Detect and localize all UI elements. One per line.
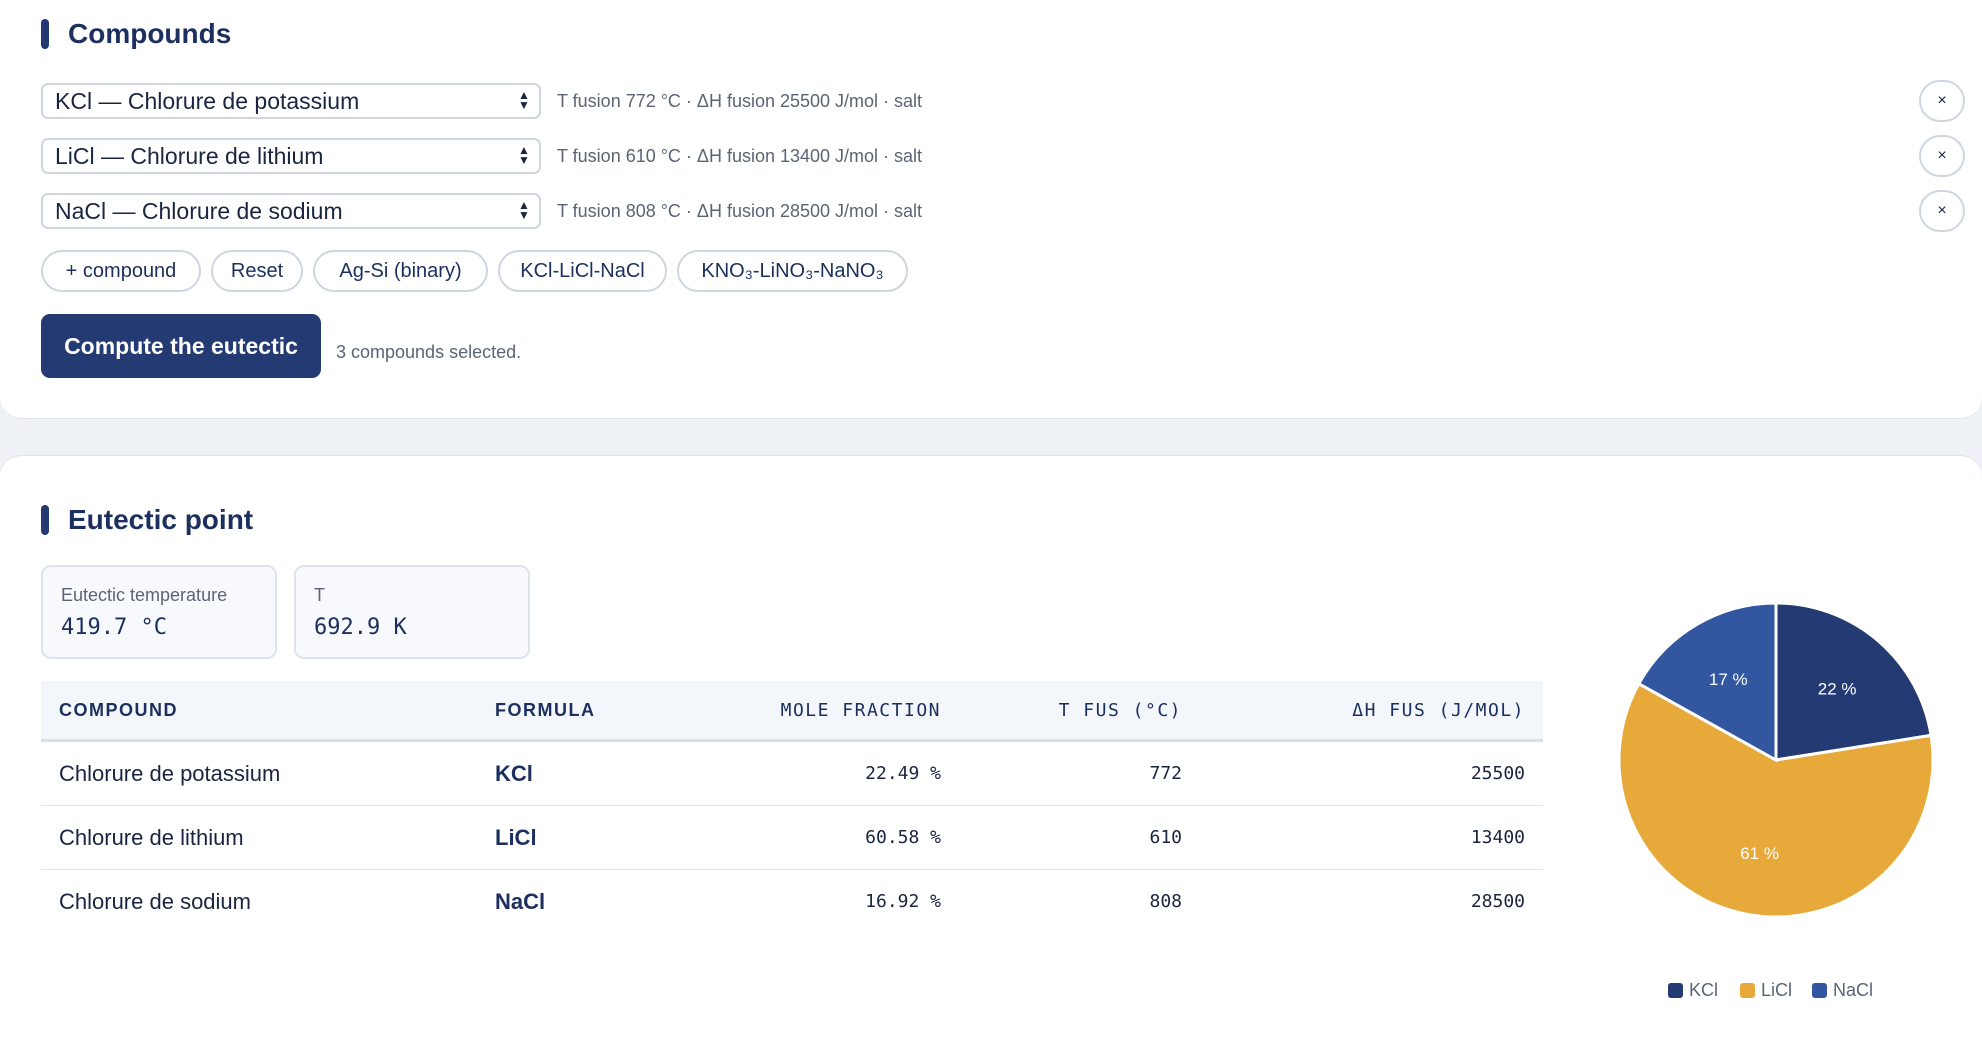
chevron-updown-icon: ▲ ▼ (518, 143, 530, 167)
legend-label: LiCl (1761, 980, 1793, 1000)
legend-swatch (1668, 983, 1683, 998)
eutectic-temperature-card: Eutectic temperature 419.7 °C (41, 565, 277, 659)
kelvin-temperature-card: T 692.9 K (294, 565, 530, 659)
eutectic-title: Eutectic point (41, 503, 253, 537)
mole-fraction: 22.49 % (693, 740, 959, 806)
preset-ag-si-button[interactable]: Ag-Si (binary) (313, 250, 488, 292)
compound-name: Chlorure de sodium (59, 888, 251, 914)
column-header: ΔH FUS (J/MOL) (1200, 681, 1543, 742)
remove-compound-button[interactable]: × (1919, 80, 1965, 122)
remove-compound-button[interactable]: × (1919, 190, 1965, 232)
results-table: COMPOUND FORMULA MOLE FRACTION T FUS (°C… (41, 681, 1543, 933)
compound-name: Chlorure de potassium (41, 740, 477, 806)
stat-label: T (314, 585, 325, 605)
selection-status: 3 compounds selected. (336, 342, 522, 362)
fusion-temperature: 772 (959, 740, 1200, 806)
column-header: FORMULA (477, 681, 693, 742)
legend-label: KCl (1689, 980, 1719, 1000)
legend-item-licl: LiCl (1740, 980, 1792, 1004)
fusion-temperature: 808 (1149, 891, 1182, 912)
compound-select-value: KCl — Chlorure de potassium (55, 88, 360, 114)
table-row: Chlorure de potassium KCl 22.49 % 772 25… (41, 740, 1543, 806)
stat-value: 692.9 K (314, 615, 407, 640)
legend-label: NaCl (1833, 980, 1874, 1000)
compound-formula: LiCl (477, 805, 693, 870)
fusion-enthalpy: 25500 (1200, 740, 1543, 806)
compound-select-value: NaCl — Chlorure de sodium (55, 198, 343, 224)
compute-eutectic-button[interactable]: Compute the eutectic (41, 314, 321, 378)
column-header: T FUS (°C) (959, 681, 1200, 742)
pie-label-kcl: 22 % (1818, 679, 1857, 698)
compound-select-value: LiCl — Chlorure de lithium (55, 143, 324, 169)
legend-item-kcl: KCl (1668, 980, 1718, 1004)
fusion-enthalpy: 28500 (1470, 891, 1525, 912)
mole-fraction: 60.58 % (693, 805, 959, 870)
reset-button[interactable]: Reset (211, 250, 303, 292)
compounds-panel: Compounds KCl — Chlorure de potassium ▲ ▼… (0, 0, 1982, 419)
compound-select[interactable]: KCl — Chlorure de potassium ▲ ▼ (41, 83, 541, 119)
preset-kcl-licl-nacl-button[interactable]: KCl-LiCl-NaCl (498, 250, 667, 292)
chevron-updown-icon: ▲ ▼ (518, 198, 530, 222)
fusion-temperature: 610 (959, 805, 1200, 870)
compound-select[interactable]: NaCl — Chlorure de sodium ▲ ▼ (41, 193, 541, 229)
legend-swatch (1740, 983, 1755, 998)
column-header: COMPOUND (41, 681, 477, 742)
composition-pie-chart: 22 % 61 % 17 % (1617, 601, 1935, 919)
compound-select[interactable]: LiCl — Chlorure de lithium ▲ ▼ (41, 138, 541, 174)
compound-meta: T fusion 808 °C · ΔH fusion 28500 J/mol … (557, 201, 923, 221)
pie-label-licl: 61 % (1740, 844, 1779, 863)
compound-meta: T fusion 772 °C · ΔH fusion 25500 J/mol … (557, 91, 923, 111)
stat-label: Eutectic temperature (61, 585, 228, 605)
chevron-updown-icon: ▲ ▼ (518, 88, 530, 112)
legend-swatch (1812, 983, 1827, 998)
stat-value: 419.7 °C (61, 615, 167, 640)
table-row: Chlorure de sodium NaCl 16.92 % 808 2850… (41, 870, 1543, 934)
mole-fraction: 16.92 % (865, 891, 941, 912)
preset-kno3-lino3-nano3-button[interactable]: KNO₃-LiNO₃-NaNO₃ (677, 250, 908, 292)
remove-compound-button[interactable]: × (1919, 135, 1965, 177)
legend-item-nacl: NaCl (1812, 980, 1873, 1004)
pie-label-nacl: 17 % (1709, 670, 1748, 689)
column-header: MOLE FRACTION (693, 681, 959, 742)
add-compound-button[interactable]: + compound (41, 250, 201, 292)
compound-meta: T fusion 610 °C · ΔH fusion 13400 J/mol … (557, 146, 923, 166)
compound-formula: KCl (477, 740, 693, 806)
compounds-title: Compounds (41, 17, 231, 51)
compound-formula: NaCl (495, 888, 546, 914)
compound-name: Chlorure de lithium (41, 805, 477, 870)
table-row: Chlorure de lithium LiCl 60.58 % 610 134… (41, 805, 1543, 870)
table-header-row: COMPOUND FORMULA MOLE FRACTION T FUS (°C… (41, 681, 1543, 742)
fusion-enthalpy: 13400 (1200, 805, 1543, 870)
